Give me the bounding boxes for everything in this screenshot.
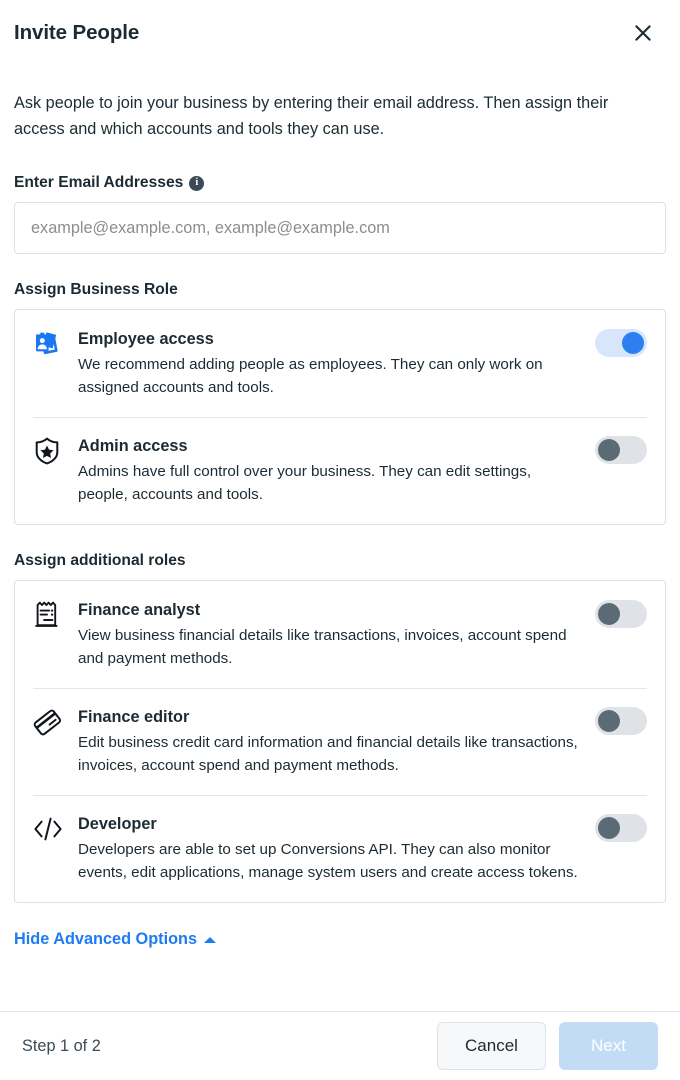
email-label-text: Enter Email Addresses [14, 174, 184, 191]
shield-star-icon [32, 435, 78, 466]
role-name: Employee access [78, 330, 214, 348]
role-row-finance-editor[interactable]: Finance editor Edit business credit card… [15, 688, 665, 795]
id-badge-icon [32, 328, 78, 359]
role-description: We recommend adding people as employees.… [78, 356, 543, 396]
toggle-knob [622, 332, 644, 354]
role-description: View business financial details like tra… [78, 627, 567, 667]
page-title: Invite People [14, 21, 140, 44]
role-row-employee-access[interactable]: Employee access We recommend adding peop… [15, 310, 665, 417]
dialog-footer: Step 1 of 2 Cancel Next [0, 1011, 680, 1080]
dialog-header: Invite People [0, 0, 680, 66]
invite-people-dialog: Invite People Ask people to join your bu… [0, 0, 680, 1080]
toggle-knob [598, 439, 620, 461]
info-icon[interactable]: i [189, 175, 205, 191]
role-row-admin-access[interactable]: Admin access Admins have full control ov… [15, 417, 665, 524]
intro-text: Ask people to join your business by ente… [14, 94, 609, 138]
dialog-body: Ask people to join your business by ente… [0, 66, 680, 1011]
receipt-icon [32, 599, 78, 630]
toggle-finance-editor[interactable] [595, 707, 647, 735]
business-role-card: Employee access We recommend adding peop… [14, 309, 666, 525]
next-button[interactable]: Next [559, 1022, 658, 1070]
role-row-developer[interactable]: Developer Developers are able to set up … [15, 795, 665, 902]
cancel-button[interactable]: Cancel [437, 1022, 546, 1070]
toggle-admin-access[interactable] [595, 436, 647, 464]
role-text-finance-analyst: Finance analyst View business financial … [78, 599, 595, 670]
role-text-developer: Developer Developers are able to set up … [78, 813, 595, 884]
toggle-developer[interactable] [595, 814, 647, 842]
role-name: Finance analyst [78, 601, 201, 619]
role-text-employee-access: Employee access We recommend adding peop… [78, 328, 595, 399]
role-text-admin-access: Admin access Admins have full control ov… [78, 435, 595, 506]
role-name: Developer [78, 815, 157, 833]
business-role-section-title: Assign Business Role [14, 281, 178, 298]
toggle-knob [598, 710, 620, 732]
role-description: Admins have full control over your busin… [78, 463, 532, 503]
toggle-employee-access[interactable] [595, 329, 647, 357]
hide-advanced-options-label: Hide Advanced Options [14, 930, 198, 948]
credit-card-icon [32, 706, 78, 737]
role-description: Edit business credit card information an… [78, 734, 578, 774]
additional-roles-section-title: Assign additional roles [14, 552, 186, 569]
hide-advanced-options-link[interactable]: Hide Advanced Options [14, 930, 217, 949]
role-description: Developers are able to set up Conversion… [78, 841, 578, 881]
email-input[interactable] [14, 202, 666, 254]
role-text-finance-editor: Finance editor Edit business credit card… [78, 706, 595, 777]
step-indicator: Step 1 of 2 [22, 1036, 101, 1055]
role-name: Admin access [78, 437, 188, 455]
toggle-knob [598, 603, 620, 625]
additional-roles-card: Finance analyst View business financial … [14, 580, 666, 903]
toggle-knob [598, 817, 620, 839]
code-brackets-icon [32, 813, 78, 844]
email-field-label: Enter Email Addresses i [14, 174, 666, 192]
close-icon[interactable] [628, 18, 658, 48]
role-name: Finance editor [78, 708, 190, 726]
toggle-finance-analyst[interactable] [595, 600, 647, 628]
role-row-finance-analyst[interactable]: Finance analyst View business financial … [15, 581, 665, 688]
caret-up-icon [204, 937, 217, 943]
